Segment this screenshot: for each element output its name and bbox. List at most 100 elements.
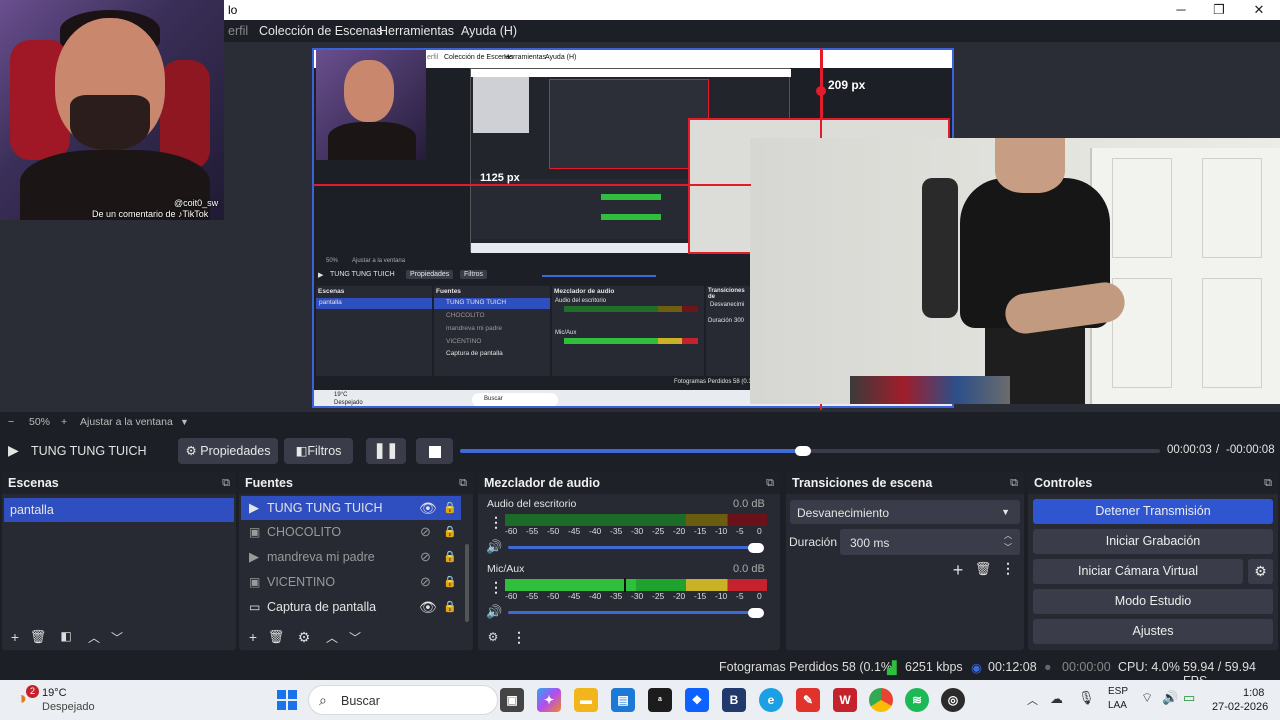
chevron-up-icon[interactable]: ︿ bbox=[85, 629, 103, 646]
start-icon[interactable] bbox=[277, 690, 297, 710]
source-item[interactable]: ▭ Captura de pantalla 👁 🔒 bbox=[241, 595, 461, 619]
popout-icon[interactable]: ⧉ bbox=[1264, 472, 1272, 494]
chevron-down-icon[interactable]: ﹀ bbox=[108, 629, 126, 646]
duration-stepper[interactable]: 300 ms ︿ ﹀ bbox=[840, 529, 1020, 555]
source-item[interactable]: ▣ CHOCOLITO ⊘ 🔒 bbox=[241, 520, 461, 544]
eye-hidden-icon[interactable]: ⊘ bbox=[420, 545, 431, 569]
wifi-icon[interactable]: ⌔ bbox=[1141, 690, 1153, 706]
add-icon[interactable]: + bbox=[6, 629, 24, 645]
popout-icon[interactable]: ⧉ bbox=[222, 472, 230, 494]
minimize-icon[interactable]: ─ bbox=[1166, 1, 1196, 19]
chrome-icon[interactable] bbox=[869, 688, 893, 712]
zoom-in-button[interactable]: + bbox=[61, 416, 67, 428]
filters-button[interactable]: ◧Filtros bbox=[284, 438, 353, 464]
trash-icon[interactable]: 🗑 bbox=[974, 561, 992, 577]
more-icon[interactable]: ⋮ bbox=[510, 629, 528, 646]
menu-tools[interactable]: Herramientas bbox=[379, 24, 454, 38]
menu-help[interactable]: Ayuda (H) bbox=[461, 24, 517, 38]
microphone-icon[interactable]: 🎙 bbox=[1078, 690, 1095, 706]
edge-icon[interactable]: e bbox=[759, 688, 783, 712]
volume-handle[interactable] bbox=[748, 543, 764, 553]
stop-button[interactable] bbox=[416, 438, 453, 464]
transition-select[interactable]: Desvanecimiento ▼ bbox=[790, 500, 1020, 524]
eye-icon[interactable]: 👁 bbox=[419, 496, 437, 520]
chevron-down-icon[interactable]: ﹀ bbox=[346, 629, 364, 646]
studio-mode-button[interactable]: Modo Estudio bbox=[1033, 589, 1273, 614]
eye-hidden-icon[interactable]: ⊘ bbox=[420, 570, 431, 594]
menu-scene-collection[interactable]: Colección de Escenas bbox=[259, 24, 383, 38]
filter-icon: ◧ bbox=[295, 444, 308, 458]
trash-icon[interactable]: 🗑 bbox=[267, 629, 285, 645]
speaker-icon[interactable]: 🔊 bbox=[486, 604, 502, 620]
play-icon[interactable]: ▶ bbox=[8, 442, 19, 459]
volume-handle[interactable] bbox=[748, 608, 764, 618]
store-icon[interactable]: ▤ bbox=[611, 688, 635, 712]
settings-button[interactable]: Ajustes bbox=[1033, 619, 1273, 644]
close-icon[interactable]: ✕ bbox=[1244, 1, 1274, 19]
battery-icon[interactable]: ▭ bbox=[1183, 690, 1195, 706]
menu-profile[interactable]: erfil bbox=[228, 24, 248, 38]
trash-icon[interactable]: 🗑 bbox=[29, 629, 47, 645]
spotify-icon[interactable]: ≋ bbox=[905, 688, 929, 712]
popout-icon[interactable]: ⧉ bbox=[459, 472, 467, 494]
chevron-down-icon[interactable]: ▼ bbox=[180, 417, 189, 427]
lock-icon[interactable]: 🔒 bbox=[443, 520, 457, 544]
maximize-icon[interactable]: ❐ bbox=[1204, 1, 1234, 19]
popout-icon[interactable]: ⧉ bbox=[1010, 472, 1018, 494]
source-item[interactable]: ▶ TUNG TUNG TUICH 👁 🔒 bbox=[241, 496, 461, 520]
source-item[interactable]: ▶ mandreva mi padre ⊘ 🔒 bbox=[241, 545, 461, 569]
popout-icon[interactable]: ⧉ bbox=[766, 472, 774, 494]
volume-icon[interactable]: 🔊 bbox=[1162, 690, 1178, 706]
properties-button[interactable]: ⚙ Propiedades bbox=[178, 438, 278, 464]
copilot-icon[interactable]: ✦ bbox=[537, 688, 561, 712]
clock-time[interactable]: 1:08 bbox=[1243, 687, 1264, 699]
mixer-settings-icon[interactable]: ⚙ bbox=[484, 630, 502, 644]
sources-scrollbar[interactable] bbox=[465, 544, 469, 622]
keyboard-layout[interactable]: LAA bbox=[1108, 700, 1127, 711]
obs-icon[interactable]: ◎ bbox=[941, 688, 965, 712]
chevron-down-icon[interactable]: ﹀ bbox=[1004, 542, 1012, 553]
chevron-up-icon[interactable]: ︿ bbox=[1027, 692, 1038, 708]
stop-streaming-button[interactable]: Detener Transmisión bbox=[1033, 499, 1273, 524]
more-icon[interactable]: ⋮ bbox=[489, 514, 503, 531]
lock-icon[interactable]: 🔒 bbox=[443, 496, 457, 520]
zoom-out-button[interactable]: − bbox=[8, 416, 14, 428]
file-explorer-icon[interactable]: ▬ bbox=[574, 688, 598, 712]
onedrive-icon[interactable]: ☁ bbox=[1050, 691, 1063, 707]
start-virtual-camera-button[interactable]: Iniciar Cámara Virtual bbox=[1033, 559, 1243, 584]
clock-date[interactable]: 27-02-2026 bbox=[1212, 701, 1268, 713]
amazon-icon[interactable]: a bbox=[648, 688, 672, 712]
webcam-source[interactable]: @coit0_sw De un comentario de ♪TikTok bbox=[0, 0, 224, 220]
add-icon[interactable]: + bbox=[244, 629, 262, 645]
filter-icon[interactable]: ◧ bbox=[57, 629, 75, 643]
pdf-icon[interactable]: ✎ bbox=[796, 688, 820, 712]
lock-icon[interactable]: 🔒 bbox=[443, 545, 457, 569]
lock-icon[interactable]: 🔒 bbox=[443, 570, 457, 594]
task-view-icon[interactable]: ▣ bbox=[500, 688, 524, 712]
b-app-icon[interactable]: B bbox=[722, 688, 746, 712]
speaker-icon[interactable]: 🔊 bbox=[486, 539, 502, 555]
lock-icon[interactable]: 🔒 bbox=[443, 595, 457, 619]
volume-slider[interactable] bbox=[508, 546, 758, 549]
virtual-camera-settings-gear-icon[interactable]: ⚙ bbox=[1248, 559, 1273, 584]
taskbar-search[interactable]: ⌕ Buscar bbox=[308, 685, 498, 715]
gear-icon[interactable]: ⚙ bbox=[295, 629, 313, 646]
eye-icon[interactable]: 👁 bbox=[419, 595, 437, 619]
language-code[interactable]: ESP bbox=[1108, 686, 1128, 697]
media-seek-handle[interactable] bbox=[795, 446, 811, 456]
wps-icon[interactable]: W bbox=[833, 688, 857, 712]
more-icon[interactable]: ⋮ bbox=[489, 579, 503, 596]
chevron-up-icon[interactable]: ︿ bbox=[1004, 530, 1012, 541]
video-source-room[interactable] bbox=[750, 138, 1280, 404]
volume-slider[interactable] bbox=[508, 611, 758, 614]
source-item[interactable]: ▣ VICENTINO ⊘ 🔒 bbox=[241, 570, 461, 594]
dropbox-icon[interactable]: ❖ bbox=[685, 688, 709, 712]
scene-item[interactable]: pantalla bbox=[4, 498, 234, 522]
eye-hidden-icon[interactable]: ⊘ bbox=[420, 520, 431, 544]
chevron-up-icon[interactable]: ︿ bbox=[323, 629, 341, 646]
pause-button[interactable]: ❚❚ bbox=[366, 438, 406, 464]
zoom-fit-select[interactable]: Ajustar a la ventana bbox=[80, 416, 173, 428]
more-icon[interactable]: ⋮ bbox=[999, 560, 1017, 577]
start-recording-button[interactable]: Iniciar Grabación bbox=[1033, 529, 1273, 554]
add-icon[interactable]: + bbox=[949, 560, 967, 581]
